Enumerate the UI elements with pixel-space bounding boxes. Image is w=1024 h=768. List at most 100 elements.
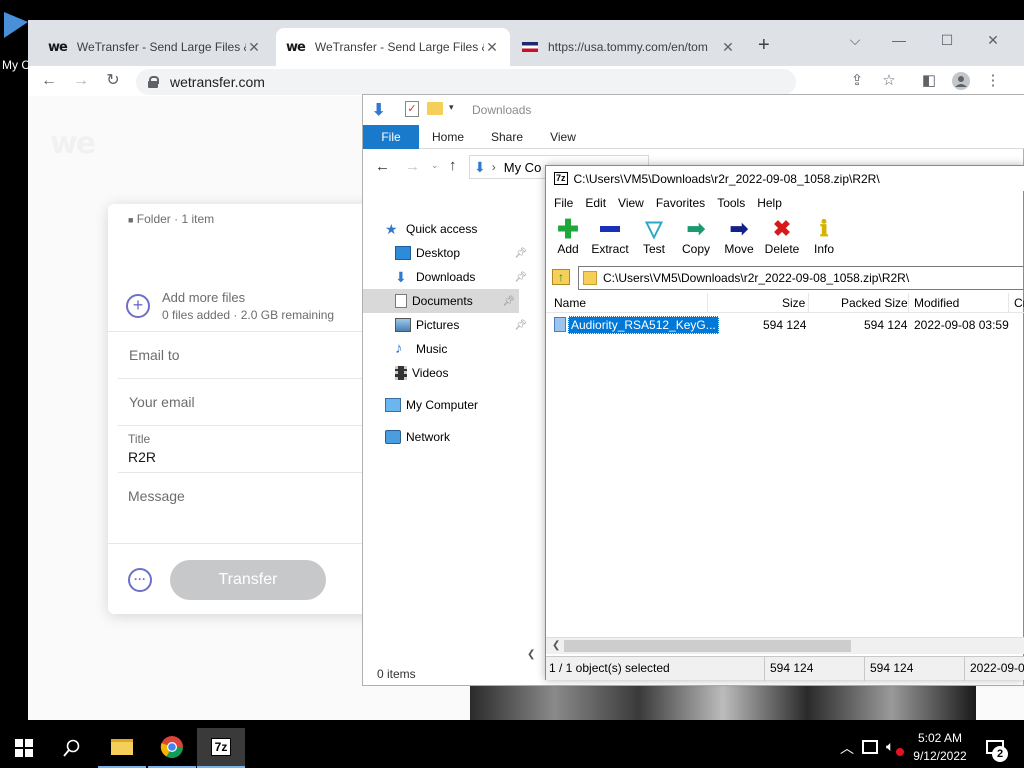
menu-edit[interactable]: Edit [585,196,606,210]
scroll-left-arrow-icon[interactable]: ❮ [527,649,535,660]
scroll-left-arrow-icon[interactable]: ❮ [552,640,560,651]
copy-arrow-icon: ➡ [686,216,706,241]
up-folder-icon[interactable]: ↑ [552,269,570,285]
show-hidden-icons-chevron-icon[interactable]: ︿ [840,738,854,758]
music-icon: ♪ [395,340,403,357]
tab-search-dropdown-icon[interactable]: ⌵ [832,26,878,54]
bookmark-star-icon[interactable]: ☆ [878,70,900,92]
nav-item-my-computer[interactable]: My Computer [385,393,521,417]
menu-view[interactable]: View [618,196,644,210]
profile-avatar-icon[interactable] [950,70,972,92]
nav-item-desktop[interactable]: Desktop 📌︎ [395,241,531,265]
file-row[interactable]: Audiority_RSA512_KeyG... 594 124 594 124… [546,316,1024,334]
clock-time[interactable]: 5:02 AM [916,731,964,745]
nav-item-network[interactable]: Network [385,425,521,449]
file-modified: 2022-09-08 03:59 [914,318,1009,332]
clock-date[interactable]: 9/12/2022 [908,749,972,763]
minimize-button[interactable]: — [876,26,922,54]
close-window-button[interactable]: ✕ [970,26,1016,54]
menu-help[interactable]: Help [757,196,782,210]
tab-tommy[interactable]: https://usa.tommy.com/en/tom ✕ [512,28,746,66]
network-status-icon[interactable] [862,740,878,754]
info-button[interactable]: ℹ Info [804,216,844,262]
7zip-address-bar[interactable]: C:\Users\VM5\Downloads\r2r_2022-09-08_10… [578,266,1024,290]
browser-toolbar: ← → ↻ wetransfer.com ⇪ ☆ ◧ ⋮ [28,66,1024,96]
scrollbar-thumb[interactable] [564,640,851,652]
up-arrow-icon[interactable]: ↑ [449,157,457,174]
column-name[interactable]: Name [554,296,586,310]
test-button[interactable]: ▽ Test [634,216,674,262]
address-bar[interactable]: wetransfer.com [136,69,796,95]
transfer-button[interactable]: Transfer [170,560,326,600]
taskbar-7zip[interactable]: 7z [197,728,245,768]
column-divider [908,293,909,313]
back-arrow-icon[interactable]: ← [375,158,390,175]
nav-item-downloads[interactable]: ⬇ Downloads 📌︎ [395,265,531,289]
move-button[interactable]: ➡ Move [719,216,759,262]
nav-item-label: Documents [412,294,473,308]
chrome-icon [160,736,183,758]
nav-item-videos[interactable]: Videos [395,361,531,385]
ribbon-tab-share[interactable]: Share [485,125,529,149]
menu-file[interactable]: File [554,196,573,210]
maximize-button[interactable]: ☐ [924,26,970,54]
new-tab-button[interactable]: + [758,34,770,57]
nav-item-label: Pictures [416,318,460,332]
taskbar-file-explorer[interactable] [98,728,146,768]
email-to-field[interactable]: Email to [129,347,389,363]
desktop-icon-corner[interactable]: My C [0,10,30,72]
properties-check-icon[interactable]: ✓ [405,101,419,117]
tab-close-icon[interactable]: ✕ [720,39,736,56]
forward-arrow-icon[interactable]: → [70,70,92,92]
horizontal-scrollbar[interactable]: ❮ [546,637,1024,654]
add-button[interactable]: ✚ Add [548,214,588,262]
column-packed-size[interactable]: Packed Size [841,296,908,310]
search-button[interactable] [48,728,96,768]
ribbon-tab-file[interactable]: File [363,125,419,149]
volume-muted-icon[interactable]: 🔈︎ [886,738,894,755]
wetransfer-favicon-icon: we [286,39,306,55]
extract-button[interactable]: Extract [590,216,630,262]
menu-tools[interactable]: Tools [717,196,745,210]
taskbar-chrome[interactable] [148,728,196,768]
share-icon[interactable]: ⇪ [846,70,868,92]
menu-favorites[interactable]: Favorites [656,196,705,210]
wetransfer-logo[interactable]: we [50,126,96,161]
add-more-files-button[interactable]: + Add more files 0 files added · 2.0 GB … [126,290,386,326]
menu-kebab-icon[interactable]: ⋮ [982,70,1004,92]
nav-item-quick-access[interactable]: ★ Quick access [385,217,521,241]
selection-status: 1 / 1 object(s) selected [549,661,670,675]
forward-arrow-icon[interactable]: → [405,158,420,175]
ribbon-tab-view[interactable]: View [543,125,583,149]
file-packed-size: 594 124 [864,318,908,332]
side-panel-icon[interactable]: ◧ [918,70,940,92]
qat-dropdown-icon[interactable]: ▾ [449,102,454,113]
videos-icon [395,366,407,380]
column-created[interactable]: Cr [1014,296,1024,310]
message-field[interactable]: Message [128,488,388,538]
reload-icon[interactable]: ↻ [102,70,124,92]
start-button[interactable] [0,728,48,768]
title-field[interactable]: R2R [128,449,388,465]
new-folder-icon[interactable] [427,102,443,115]
notifications-button[interactable]: 2 [978,728,1024,768]
tab-wetransfer-2[interactable]: we WeTransfer - Send Large Files & ✕ [276,28,510,66]
download-arrow-icon: ⬇ [474,158,486,175]
tab-close-icon[interactable]: ✕ [246,39,262,56]
copy-button[interactable]: ➡ Copy [676,216,716,262]
column-size[interactable]: Size [782,296,805,310]
nav-item-documents[interactable]: Documents 📌︎ [363,289,519,313]
file-name[interactable]: Audiority_RSA512_KeyG... [568,316,719,334]
your-email-field[interactable]: Your email [129,394,389,410]
breadcrumb-chevron-icon: › [491,160,496,174]
ribbon-tab-home[interactable]: Home [427,125,469,149]
tab-close-icon[interactable]: ✕ [484,39,500,56]
more-options-button[interactable]: ··· [128,568,152,592]
nav-item-music[interactable]: ♪ Music [395,337,531,361]
nav-item-pictures[interactable]: Pictures 📌︎ [395,313,531,337]
recent-dropdown-icon[interactable]: ⌄ [431,160,439,171]
back-arrow-icon[interactable]: ← [38,70,60,92]
delete-button[interactable]: ✖ Delete [762,216,802,262]
column-modified[interactable]: Modified [914,296,959,310]
tab-wetransfer-1[interactable]: we WeTransfer - Send Large Files & ✕ [38,28,272,66]
